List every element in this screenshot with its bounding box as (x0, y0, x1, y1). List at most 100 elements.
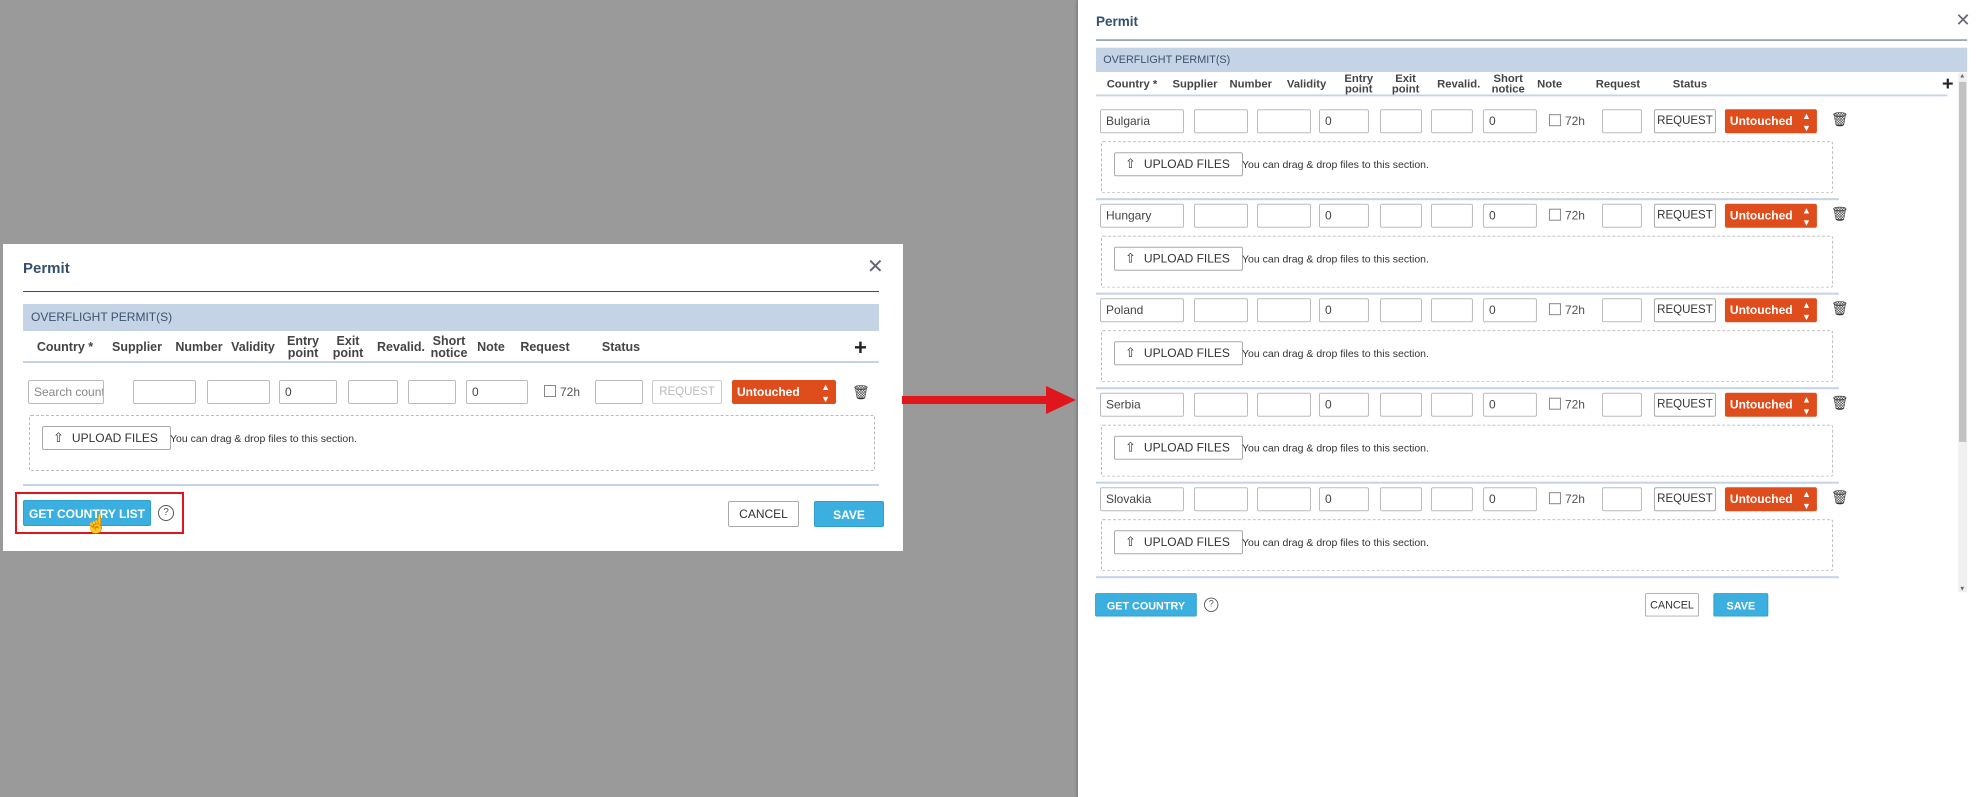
trash-icon[interactable]: 🗑 (1831, 487, 1849, 507)
checkbox-box[interactable] (544, 385, 556, 397)
status-select[interactable]: Untouched ▲ ▼ (1724, 109, 1817, 134)
short-notice-checkbox[interactable]: 72h (1548, 487, 1585, 511)
validity-input[interactable]: 0 (1318, 392, 1369, 417)
country-input[interactable]: Bulgaria (1099, 109, 1184, 134)
number-input[interactable] (1256, 392, 1311, 417)
note-input[interactable] (595, 380, 643, 404)
exit-point-input[interactable] (1430, 487, 1473, 512)
exit-point-input[interactable] (408, 380, 456, 404)
vertical-scrollbar[interactable]: ▲ ▼ (1958, 72, 1968, 592)
upload-files-button[interactable]: ⇧ UPLOAD FILES (42, 426, 171, 450)
entry-point-input[interactable] (1379, 298, 1422, 323)
number-input[interactable] (1256, 203, 1311, 228)
revalid-input[interactable]: 0 (1482, 298, 1537, 323)
country-input[interactable]: Poland (1099, 298, 1184, 323)
country-input[interactable]: Slovakia (1099, 487, 1184, 512)
supplier-input[interactable] (1193, 109, 1248, 134)
revalid-input[interactable]: 0 (1482, 487, 1537, 512)
revalid-input[interactable]: 0 (1482, 109, 1537, 134)
short-notice-checkbox[interactable]: 72h (1548, 204, 1585, 228)
supplier-input[interactable] (133, 380, 196, 404)
scroll-up-icon[interactable]: ▲ (1959, 73, 1965, 79)
drop-zone[interactable]: ⇧ UPLOAD FILES You can drag & drop files … (1100, 330, 1833, 383)
validity-input[interactable]: 0 (1318, 298, 1369, 323)
trash-icon[interactable]: 🗑 (1831, 393, 1849, 413)
status-select[interactable]: Untouched ▲ ▼ (1724, 392, 1817, 417)
drop-zone[interactable]: ⇧ UPLOAD FILES You can drag & drop files … (1100, 141, 1833, 194)
revalid-input[interactable]: 0 (1482, 203, 1537, 228)
exit-point-input[interactable] (1430, 203, 1473, 228)
validity-input[interactable]: 0 (1318, 203, 1369, 228)
get-country-list-button[interactable]: GET COUNTRY LIST (1095, 593, 1197, 635)
validity-input[interactable]: 0 (279, 380, 337, 404)
close-icon[interactable]: ✕ (867, 257, 884, 277)
note-input[interactable] (1601, 392, 1642, 417)
save-button[interactable]: SAVE (1713, 593, 1769, 617)
upload-files-button[interactable]: ⇧ UPLOAD FILES (1113, 152, 1243, 177)
country-input[interactable]: Hungary (1099, 203, 1184, 228)
scrollbar-thumb[interactable] (1959, 81, 1967, 442)
checkbox-box[interactable] (1548, 397, 1561, 410)
drop-zone[interactable]: ⇧ UPLOAD FILES You can drag & drop files … (1100, 424, 1833, 477)
exit-point-input[interactable] (1430, 392, 1473, 417)
trash-icon[interactable]: 🗑 (852, 382, 870, 402)
drop-zone[interactable]: ⇧ UPLOAD FILES You can drag & drop files … (29, 415, 875, 471)
validity-input[interactable]: 0 (1318, 109, 1369, 134)
request-button[interactable]: REQUEST (652, 380, 722, 404)
checkbox-box[interactable] (1548, 114, 1561, 127)
drop-zone[interactable]: ⇧ UPLOAD FILES You can drag & drop files … (1100, 519, 1833, 572)
entry-point-input[interactable] (1379, 109, 1422, 134)
upload-files-button[interactable]: ⇧ UPLOAD FILES (1113, 246, 1243, 271)
upload-files-button[interactable]: ⇧ UPLOAD FILES (1113, 341, 1243, 366)
short-notice-checkbox[interactable]: 72h (544, 380, 580, 404)
request-button[interactable]: REQUEST (1653, 392, 1716, 417)
status-select[interactable]: Untouched ▲ ▼ (732, 380, 836, 404)
drop-zone[interactable]: ⇧ UPLOAD FILES You can drag & drop files … (1100, 235, 1833, 288)
revalid-input[interactable]: 0 (1482, 392, 1537, 417)
number-input[interactable] (1256, 109, 1311, 134)
checkbox-box[interactable] (1548, 303, 1561, 316)
supplier-input[interactable] (1193, 203, 1248, 228)
entry-point-input[interactable] (1379, 203, 1422, 228)
supplier-input[interactable] (1193, 487, 1248, 512)
exit-point-input[interactable] (1430, 298, 1473, 323)
plus-icon[interactable]: + (854, 337, 867, 359)
checkbox-box[interactable] (1548, 208, 1561, 221)
note-input[interactable] (1601, 203, 1642, 228)
upload-files-button[interactable]: ⇧ UPLOAD FILES (1113, 530, 1243, 555)
validity-input[interactable]: 0 (1318, 487, 1369, 512)
trash-icon[interactable]: 🗑 (1831, 109, 1849, 129)
entry-point-input[interactable] (1379, 487, 1422, 512)
note-input[interactable] (1601, 109, 1642, 134)
number-input[interactable] (207, 380, 270, 404)
number-input[interactable] (1256, 487, 1311, 512)
trash-icon[interactable]: 🗑 (1831, 204, 1849, 224)
status-select[interactable]: Untouched ▲ ▼ (1724, 298, 1817, 323)
country-input[interactable]: Serbia (1099, 392, 1184, 417)
cancel-button[interactable]: CANCEL (1645, 593, 1699, 617)
close-icon[interactable]: ✕ (1956, 12, 1971, 30)
checkbox-box[interactable] (1548, 492, 1561, 505)
note-input[interactable] (1601, 298, 1642, 323)
short-notice-checkbox[interactable]: 72h (1548, 393, 1585, 417)
exit-point-input[interactable] (1430, 109, 1473, 134)
cancel-button[interactable]: CANCEL (728, 501, 799, 527)
save-button[interactable]: SAVE (814, 501, 884, 527)
note-input[interactable] (1601, 487, 1642, 512)
status-select[interactable]: Untouched ▲ ▼ (1724, 203, 1817, 228)
scroll-down-icon[interactable]: ▼ (1959, 586, 1965, 592)
supplier-input[interactable] (1193, 392, 1248, 417)
supplier-input[interactable] (1193, 298, 1248, 323)
request-button[interactable]: REQUEST (1653, 487, 1716, 512)
request-button[interactable]: REQUEST (1653, 298, 1716, 323)
short-notice-checkbox[interactable]: 72h (1548, 109, 1585, 133)
plus-icon[interactable]: + (1942, 73, 1954, 93)
upload-files-button[interactable]: ⇧ UPLOAD FILES (1113, 435, 1243, 460)
request-button[interactable]: REQUEST (1653, 109, 1716, 134)
trash-icon[interactable]: 🗑 (1831, 298, 1849, 318)
revalid-input[interactable]: 0 (466, 380, 528, 404)
number-input[interactable] (1256, 298, 1311, 323)
short-notice-checkbox[interactable]: 72h (1548, 298, 1585, 322)
country-input[interactable]: Search country (28, 380, 104, 404)
status-select[interactable]: Untouched ▲ ▼ (1724, 487, 1817, 512)
